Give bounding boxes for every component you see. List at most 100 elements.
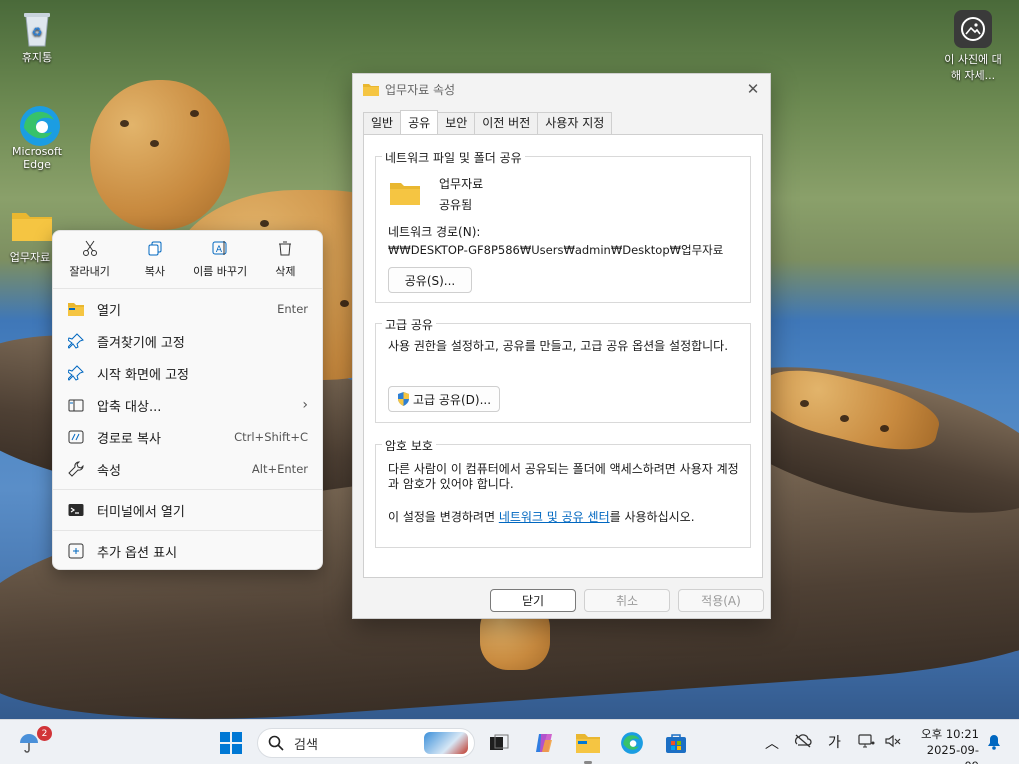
notification-bell-icon[interactable] xyxy=(987,734,1001,753)
menu-item-properties-shortcut: Alt+Enter xyxy=(251,462,308,476)
edge-icon xyxy=(621,732,643,754)
photo-info-label: 이 사진에 대해 자세... xyxy=(944,53,1002,82)
recycle-bin-shortcut[interactable]: ♻ 휴지통 xyxy=(4,8,70,65)
ime-indicator[interactable]: 가 xyxy=(828,732,841,752)
shield-icon xyxy=(397,392,409,406)
windows-icon xyxy=(220,732,242,754)
advanced-share-group-label: 고급 공유 xyxy=(382,316,436,333)
share-status: 공유됨 xyxy=(439,198,473,212)
edge-taskbar-button[interactable] xyxy=(617,728,647,758)
tab-previous-versions[interactable]: 이전 버전 xyxy=(474,112,539,134)
clock[interactable]: 오후 10:21 2025-09-09 xyxy=(913,726,979,764)
password-protection-group-label: 암호 보호 xyxy=(382,437,436,454)
tab-customize[interactable]: 사용자 지정 xyxy=(537,112,613,134)
advanced-share-button-label: 고급 공유(D)... xyxy=(412,392,492,407)
network-path-label: 네트워크 경로(N): xyxy=(388,225,481,239)
menu-item-pin-quick-access-label: 즐겨찾기에 고정 xyxy=(97,335,185,351)
advanced-share-group: 고급 공유 사용 권한을 설정하고, 공유를 만들고, 고급 공유 옵션을 설정… xyxy=(375,316,751,423)
menu-item-open-terminal[interactable]: 터미널에서 열기 xyxy=(53,494,322,526)
network-offline-icon[interactable] xyxy=(794,733,812,752)
file-explorer-button[interactable] xyxy=(573,728,603,764)
tab-sharing[interactable]: 공유 xyxy=(400,110,439,134)
menu-item-compress[interactable]: 압축 대상... › xyxy=(53,389,322,421)
rename-button[interactable]: A 이름 바꾸기 xyxy=(190,239,250,282)
search-box[interactable]: 검색 xyxy=(257,728,475,758)
cut-label: 잘라내기 xyxy=(69,265,110,278)
pin-icon xyxy=(67,332,85,350)
folder-icon xyxy=(390,183,420,205)
wrench-icon xyxy=(67,460,85,478)
menu-item-pin-start-label: 시작 화면에 고정 xyxy=(97,367,189,383)
menu-item-compress-label: 압축 대상... xyxy=(97,399,162,415)
work-folder-shortcut[interactable]: 업무자료 xyxy=(4,208,56,265)
cut-button[interactable]: 잘라내기 xyxy=(60,239,120,282)
photo-info-shortcut[interactable]: 이 사진에 대해 자세... xyxy=(940,10,1006,83)
menu-item-pin-start[interactable]: 시작 화면에 고정 xyxy=(53,357,322,389)
display-icon[interactable] xyxy=(858,733,876,752)
network-sharing-center-link[interactable]: 네트워크 및 공유 센터 xyxy=(499,510,610,524)
shared-folder-name: 업무자료 xyxy=(439,177,484,191)
menu-item-properties-label: 속성 xyxy=(97,463,121,479)
quick-actions-bar: 잘라내기 복사 A 이름 바꾸기 삭제 xyxy=(53,231,322,289)
folder-icon xyxy=(576,734,600,753)
folder-icon xyxy=(363,83,379,96)
close-icon[interactable]: ✕ xyxy=(736,80,770,98)
menu-item-open-label: 열기 xyxy=(97,303,121,319)
properties-dialog: 업무자료 속성 ✕ 일반 공유 보안 이전 버전 사용자 지정 네트워크 파일 … xyxy=(352,73,771,619)
tab-security[interactable]: 보안 xyxy=(437,112,476,134)
close-button[interactable]: 닫기 xyxy=(490,589,576,612)
recycle-bin-label: 휴지통 xyxy=(21,51,53,64)
store-button[interactable] xyxy=(661,728,691,758)
menu-separator xyxy=(53,530,322,531)
apply-button[interactable]: 적용(A) xyxy=(678,589,764,612)
menu-item-copy-path-shortcut: Ctrl+Shift+C xyxy=(234,430,308,444)
copilot-button[interactable] xyxy=(529,728,559,758)
dialog-titlebar: 업무자료 속성 ✕ xyxy=(353,74,770,104)
start-button[interactable] xyxy=(216,728,246,758)
menu-item-more-options[interactable]: 추가 옵션 표시 xyxy=(53,535,322,567)
delete-button[interactable]: 삭제 xyxy=(255,239,315,282)
cancel-button[interactable]: 취소 xyxy=(584,589,670,612)
change-settings-prefix: 이 설정을 변경하려면 xyxy=(388,510,499,524)
menu-item-pin-quick-access[interactable]: 즐겨찾기에 고정 xyxy=(53,325,322,357)
search-icon xyxy=(268,735,284,751)
weather-widget[interactable]: 2 xyxy=(14,726,52,758)
network-path-value: ₩₩DESKTOP-GF8P586₩Users₩admin₩Desktop₩업무… xyxy=(388,243,724,257)
sharing-tab-panel: 네트워크 파일 및 폴더 공유 업무자료 공유됨 네트워크 경로(N): ₩₩D… xyxy=(363,134,763,578)
context-menu: 잘라내기 복사 A 이름 바꾸기 삭제 열기 Enter 즐겨찾기에 고정 시작… xyxy=(52,230,323,570)
trash-icon xyxy=(279,241,292,256)
share-button[interactable]: 공유(S)... xyxy=(388,267,472,293)
tab-general[interactable]: 일반 xyxy=(363,112,402,134)
speaker-muted-icon[interactable] xyxy=(884,733,902,752)
terminal-icon xyxy=(67,501,85,519)
path-icon xyxy=(67,428,85,446)
network-share-group: 네트워크 파일 및 폴더 공유 업무자료 공유됨 네트워크 경로(N): ₩₩D… xyxy=(375,149,751,303)
copy-label: 복사 xyxy=(144,265,165,278)
edge-shortcut[interactable]: Microsoft Edge xyxy=(4,104,70,171)
chevron-up-icon[interactable]: ︿ xyxy=(765,733,779,753)
menu-item-copy-path[interactable]: 경로로 복사 Ctrl+Shift+C xyxy=(53,421,322,453)
menu-item-properties[interactable]: 속성 Alt+Enter xyxy=(53,453,322,485)
weather-badge: 2 xyxy=(37,726,52,741)
menu-item-open[interactable]: 열기 Enter xyxy=(53,293,322,325)
task-view-button[interactable] xyxy=(484,728,514,758)
advanced-share-button[interactable]: 고급 공유(D)... xyxy=(388,386,500,412)
clock-time: 오후 10:21 xyxy=(921,727,979,741)
folder-open-icon xyxy=(67,300,85,318)
rename-icon: A xyxy=(212,241,227,255)
search-highlight-icon xyxy=(424,732,468,754)
password-protection-group: 암호 보호 다른 사람이 이 컴퓨터에서 공유되는 폴더에 액세스하려면 사용자… xyxy=(375,437,751,548)
recycle-bin-icon: ♻ xyxy=(18,8,56,47)
svg-text:♻: ♻ xyxy=(32,25,43,39)
dialog-title: 업무자료 속성 xyxy=(385,82,456,97)
dialog-tabs: 일반 공유 보안 이전 버전 사용자 지정 xyxy=(363,110,613,134)
menu-item-copy-path-label: 경로로 복사 xyxy=(97,431,161,447)
search-placeholder: 검색 xyxy=(294,737,318,753)
menu-item-more-options-label: 추가 옵션 표시 xyxy=(97,545,178,561)
copy-button[interactable]: 복사 xyxy=(125,239,185,282)
archive-icon xyxy=(67,396,85,414)
menu-item-open-terminal-label: 터미널에서 열기 xyxy=(97,504,185,520)
menu-item-open-shortcut: Enter xyxy=(277,302,308,316)
folder-icon xyxy=(11,208,52,246)
delete-label: 삭제 xyxy=(275,265,296,278)
